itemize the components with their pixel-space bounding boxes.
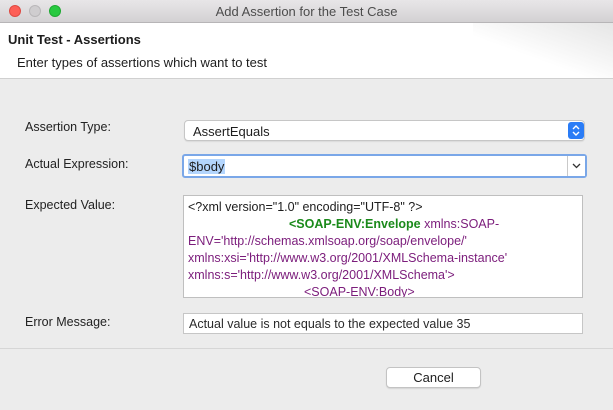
cancel-button[interactable]: Cancel bbox=[386, 367, 481, 388]
banner-title: Unit Test - Assertions bbox=[8, 32, 141, 47]
error-message-label: Error Message: bbox=[25, 315, 111, 329]
window-title: Add Assertion for the Test Case bbox=[215, 4, 398, 19]
assertion-type-value: AssertEquals bbox=[193, 124, 270, 139]
title-bar[interactable]: Add Assertion for the Test Case bbox=[0, 0, 613, 23]
actual-expression-combobox[interactable]: $body bbox=[182, 154, 587, 178]
xml-attribute: ENV='http://schemas.xmlsoap.org/soap/env… bbox=[188, 234, 467, 248]
expected-value-label: Expected Value: bbox=[25, 198, 116, 212]
chevron-down-icon bbox=[572, 163, 581, 169]
xml-line: ENV='http://schemas.xmlsoap.org/soap/env… bbox=[188, 233, 578, 250]
xml-line: <?xml version="1.0" encoding="UTF-8" ?> bbox=[188, 199, 578, 216]
header-banner: Unit Test - Assertions Enter types of as… bbox=[0, 23, 613, 79]
banner-subtitle: Enter types of assertions which want to … bbox=[17, 55, 268, 70]
assertion-type-label: Assertion Type: bbox=[25, 120, 111, 134]
actual-expression-value[interactable]: $body bbox=[188, 159, 226, 174]
xml-line: <SOAP-ENV:Body> bbox=[188, 284, 578, 298]
footer-divider bbox=[0, 348, 613, 349]
xml-attribute: xmlns:s='http://www.w3.org/2001/XMLSchem… bbox=[188, 268, 455, 282]
xml-attribute: xmlns:xsi='http://www.w3.org/2001/XMLSch… bbox=[188, 251, 508, 265]
xml-line: xmlns:xsi='http://www.w3.org/2001/XMLSch… bbox=[188, 250, 578, 267]
xml-declaration: <?xml version="1.0" encoding="UTF-8" ?> bbox=[188, 200, 423, 214]
xml-line: xmlns:s='http://www.w3.org/2001/XMLSchem… bbox=[188, 267, 578, 284]
actual-expression-dropdown-button[interactable] bbox=[567, 156, 585, 176]
assertion-type-select[interactable]: AssertEquals bbox=[184, 120, 585, 141]
xml-body-tag: <SOAP-ENV:Body> bbox=[304, 285, 415, 298]
xml-line: <SOAP-ENV:Envelope xmlns:SOAP- bbox=[188, 216, 578, 233]
actual-expression-label: Actual Expression: bbox=[25, 157, 129, 171]
expected-value-textarea[interactable]: <?xml version="1.0" encoding="UTF-8" ?> … bbox=[183, 195, 583, 298]
error-message-input[interactable]: Actual value is not equals to the expect… bbox=[183, 313, 583, 334]
dialog-window: Add Assertion for the Test Case Unit Tes… bbox=[0, 0, 613, 410]
up-down-chevron-icon[interactable] bbox=[568, 122, 584, 139]
xml-attribute: xmlns:SOAP- bbox=[420, 217, 500, 231]
xml-envelope-tag: <SOAP-ENV:Envelope bbox=[289, 217, 421, 231]
banner-decoration bbox=[473, 23, 613, 78]
